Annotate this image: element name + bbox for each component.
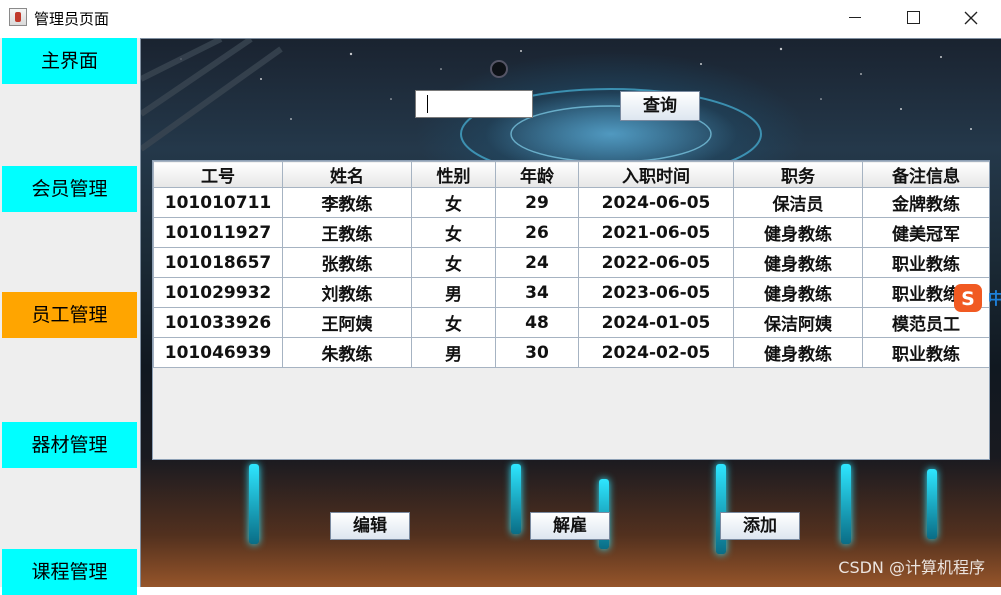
search-input[interactable] (415, 90, 533, 118)
table-cell[interactable]: 健美冠军 (862, 217, 989, 248)
sidebar: 主界面 会员管理 员工管理 器材管理 课程管理 (0, 38, 140, 595)
close-icon (964, 11, 978, 25)
add-button[interactable]: 添加 (720, 512, 800, 540)
column-header[interactable]: 年龄 (495, 161, 579, 188)
minimize-icon (849, 17, 861, 18)
table-cell[interactable]: 健身教练 (733, 277, 863, 308)
column-header[interactable]: 职务 (733, 161, 863, 188)
decor-light (927, 469, 937, 539)
column-header[interactable]: 备注信息 (862, 161, 989, 188)
decor-light (716, 464, 726, 554)
table-cell[interactable]: 保洁阿姨 (733, 307, 863, 338)
table-cell[interactable]: 李教练 (282, 187, 412, 218)
decor-light (249, 464, 259, 544)
table-cell[interactable]: 男 (411, 277, 496, 308)
maximize-button[interactable] (884, 0, 942, 36)
table-cell[interactable]: 101010711 (153, 187, 283, 218)
title-bar: 管理员页面 (0, 0, 1001, 36)
table-cell[interactable]: 2024-06-05 (578, 187, 734, 218)
edit-button[interactable]: 编辑 (330, 512, 410, 540)
table-cell[interactable]: 101033926 (153, 307, 283, 338)
table-row[interactable]: 101046939 朱教练 男 30 2024-02-05 健身教练 职业教练 (153, 337, 989, 368)
table-cell[interactable]: 女 (411, 247, 496, 278)
column-header[interactable]: 姓名 (282, 161, 412, 188)
main-panel: 查询 工号 姓名 性别 年龄 入职时间 职务 备注信息 101010711 李教… (140, 38, 1001, 587)
table-cell[interactable]: 女 (411, 187, 496, 218)
table-cell[interactable]: 2021-06-05 (578, 217, 734, 248)
background-image (141, 39, 972, 169)
table-cell[interactable]: 24 (495, 247, 579, 278)
table-cell[interactable]: 34 (495, 277, 579, 308)
table-cell[interactable]: 职业教练 (862, 247, 989, 278)
column-header[interactable]: 性别 (411, 161, 496, 188)
table-cell[interactable]: 101018657 (153, 247, 283, 278)
table-cell[interactable]: 女 (411, 307, 496, 338)
table-cell[interactable]: 30 (495, 337, 579, 368)
table-cell[interactable]: 刘教练 (282, 277, 412, 308)
table-cell[interactable]: 朱教练 (282, 337, 412, 368)
table-cell[interactable]: 101029932 (153, 277, 283, 308)
table-cell[interactable]: 48 (495, 307, 579, 338)
sidebar-item-course-management[interactable]: 课程管理 (2, 549, 137, 595)
table-cell[interactable]: 张教练 (282, 247, 412, 278)
table-cell[interactable]: 101046939 (153, 337, 283, 368)
sidebar-item-staff-management[interactable]: 员工管理 (2, 292, 137, 338)
table-cell[interactable]: 29 (495, 187, 579, 218)
query-button[interactable]: 查询 (620, 91, 700, 121)
column-header[interactable]: 工号 (153, 161, 283, 188)
table-cell[interactable]: 健身教练 (733, 217, 863, 248)
table-cell[interactable]: 2024-01-05 (578, 307, 734, 338)
text-cursor (427, 95, 428, 113)
table-cell[interactable]: 健身教练 (733, 247, 863, 278)
table-cell[interactable]: 王教练 (282, 217, 412, 248)
minimize-button[interactable] (826, 0, 884, 36)
table-cell[interactable]: 保洁员 (733, 187, 863, 218)
decor-light (841, 464, 851, 544)
close-button[interactable] (942, 0, 1000, 36)
maximize-icon (906, 11, 920, 24)
table-row[interactable]: 101010711 李教练 女 29 2024-06-05 保洁员 金牌教练 (153, 187, 989, 218)
column-header[interactable]: 入职时间 (578, 161, 734, 188)
watermark: CSDN @计算机程序 (838, 558, 985, 577)
fire-button[interactable]: 解雇 (530, 512, 610, 540)
window-title: 管理员页面 (34, 10, 110, 28)
table-cell[interactable]: 健身教练 (733, 337, 863, 368)
ime-mode-indicator[interactable]: 中 (988, 285, 1001, 309)
table-cell[interactable]: 王阿姨 (282, 307, 412, 338)
table-cell[interactable]: 女 (411, 217, 496, 248)
sidebar-item-main[interactable]: 主界面 (2, 38, 137, 84)
table-row[interactable]: 101018657 张教练 女 24 2022-06-05 健身教练 职业教练 (153, 247, 989, 278)
java-app-icon (9, 8, 27, 26)
table-cell[interactable]: 职业教练 (862, 337, 989, 368)
table-cell[interactable]: 2022-06-05 (578, 247, 734, 278)
table-cell[interactable]: 金牌教练 (862, 187, 989, 218)
table-row[interactable]: 101029932 刘教练 男 34 2023-06-05 健身教练 职业教练 (153, 277, 989, 308)
table-row[interactable]: 101011927 王教练 女 26 2021-06-05 健身教练 健美冠军 (153, 217, 989, 248)
svg-text:S: S (961, 288, 975, 310)
table-cell[interactable]: 101011927 (153, 217, 283, 248)
decor-light (511, 464, 521, 534)
sidebar-item-equipment-management[interactable]: 器材管理 (2, 422, 137, 468)
table-header-row: 工号 姓名 性别 年龄 入职时间 职务 备注信息 (153, 161, 989, 188)
table-cell[interactable]: 2024-02-05 (578, 337, 734, 368)
table-row[interactable]: 101033926 王阿姨 女 48 2024-01-05 保洁阿姨 模范员工 (153, 307, 989, 338)
sidebar-item-member-management[interactable]: 会员管理 (2, 166, 137, 212)
table-cell[interactable]: 2023-06-05 (578, 277, 734, 308)
ime-logo-icon[interactable]: S (953, 283, 983, 313)
table-cell[interactable]: 26 (495, 217, 579, 248)
table-cell[interactable]: 男 (411, 337, 496, 368)
staff-table: 工号 姓名 性别 年龄 入职时间 职务 备注信息 101010711 李教练 女… (152, 160, 990, 460)
